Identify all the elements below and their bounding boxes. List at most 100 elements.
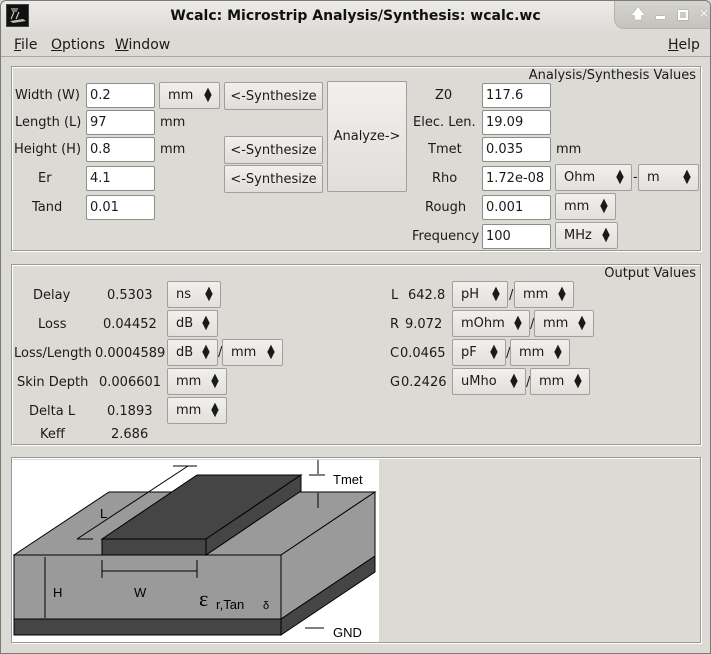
updown-arrows-icon: ▲ ▼ xyxy=(514,314,522,332)
r-unit2-select[interactable]: mm ▲ ▼ xyxy=(534,310,594,337)
frequency-unit-select[interactable]: MHz ▲ ▼ xyxy=(555,222,618,249)
l-unit1-value: pH xyxy=(461,287,480,302)
window-controls: 🡅 ✕ xyxy=(614,1,710,29)
delay-unit-select[interactable]: ns ▲ ▼ xyxy=(167,281,221,308)
c-unit2-value: mm xyxy=(519,345,545,360)
skin-depth-unit-select[interactable]: mm ▲ ▼ xyxy=(167,368,227,395)
rho-separator: - xyxy=(633,170,638,185)
updown-arrows-icon: ▲ ▼ xyxy=(211,372,219,390)
rho-label: Rho xyxy=(432,171,458,186)
loss-unit-value: dB xyxy=(176,316,194,331)
c-unit2-select[interactable]: mm ▲ ▼ xyxy=(510,339,570,366)
menu-file[interactable]: File xyxy=(14,37,37,53)
delta-l-unit-select[interactable]: mm ▲ ▼ xyxy=(167,397,227,424)
rough-input[interactable]: 0.001 xyxy=(482,195,551,220)
width-unit-select[interactable]: mm ▲ ▼ xyxy=(159,82,220,109)
width-unit-value: mm xyxy=(168,88,194,103)
g-value: 0.2426 xyxy=(401,375,447,390)
c-label: C xyxy=(390,346,400,361)
l-unit1-select[interactable]: pH ▲ ▼ xyxy=(452,281,508,308)
updown-arrows-icon: ▲ ▼ xyxy=(558,285,566,303)
rho-unit2-select[interactable]: m ▲ ▼ xyxy=(638,164,699,191)
elec-len-label: Elec. Len. xyxy=(413,115,476,130)
frequency-input[interactable]: 100 xyxy=(482,224,551,249)
updown-arrows-icon: ▲ ▼ xyxy=(554,343,562,361)
delta-l-unit-value: mm xyxy=(176,403,202,418)
g-label: G xyxy=(390,375,401,390)
z0-input[interactable]: 117.6 xyxy=(482,83,551,108)
minimize-icon xyxy=(655,16,665,19)
g-unit1-select[interactable]: uMho ▲ ▼ xyxy=(452,368,526,395)
frame-label: Output Values xyxy=(604,266,696,281)
l-separator: / xyxy=(509,288,514,303)
updown-arrows-icon: ▲ ▼ xyxy=(211,401,219,419)
length-unit: mm xyxy=(160,115,186,130)
updown-arrows-icon: ▲ ▼ xyxy=(202,314,210,332)
close-button[interactable]: ✕ xyxy=(695,6,711,24)
elec-len-input[interactable]: 19.09 xyxy=(482,110,551,135)
epsilon-symbol: ε xyxy=(199,586,208,611)
window-title: Wcalc: Microstrip Analysis/Synthesis: wc… xyxy=(170,8,541,24)
updown-arrows-icon: ▲ ▼ xyxy=(202,343,210,361)
loss-value: 0.04452 xyxy=(103,317,157,332)
c-unit1-select[interactable]: pF ▲ ▼ xyxy=(452,339,506,366)
h-label: H xyxy=(53,585,62,600)
length-input[interactable]: 97 xyxy=(86,110,155,135)
app-window: Wcalc: Microstrip Analysis/Synthesis: wc… xyxy=(0,0,711,654)
rho-unit1-select[interactable]: Ohm ▲ ▼ xyxy=(555,164,632,191)
updown-arrows-icon: ▲ ▼ xyxy=(602,226,610,244)
loss-length-unit2-select[interactable]: mm ▲ ▼ xyxy=(222,339,283,366)
synthesize-height-button[interactable]: <-Synthesize xyxy=(224,136,323,164)
synthesize-width-button[interactable]: <-Synthesize xyxy=(224,82,323,110)
menu-window[interactable]: Window xyxy=(115,37,170,53)
loss-length-unit1-select[interactable]: dB ▲ ▼ xyxy=(167,339,218,366)
delta-l-label: Delta L xyxy=(29,404,76,419)
menubar: File Options Window Help xyxy=(1,31,710,57)
title-bar[interactable]: Wcalc: Microstrip Analysis/Synthesis: wc… xyxy=(1,1,710,31)
skin-depth-label: Skin Depth xyxy=(17,375,89,390)
delay-label: Delay xyxy=(33,288,71,303)
height-input[interactable]: 0.8 xyxy=(86,137,155,162)
height-unit: mm xyxy=(160,142,186,157)
updown-arrows-icon: ▲ ▼ xyxy=(578,314,586,332)
c-value: 0.0465 xyxy=(400,346,446,361)
er-input[interactable]: 4.1 xyxy=(86,166,155,191)
loss-length-label: Loss/Length xyxy=(14,346,92,361)
loss-length-unit1-value: dB xyxy=(176,345,194,360)
keff-value: 2.686 xyxy=(111,427,149,442)
menu-options[interactable]: Options xyxy=(51,37,105,53)
updown-arrows-icon: ▲ ▼ xyxy=(492,285,500,303)
loss-unit-select[interactable]: dB ▲ ▼ xyxy=(167,310,218,337)
tmet-unit: mm xyxy=(556,142,582,157)
tmet-input[interactable]: 0.035 xyxy=(482,137,551,162)
rough-unit-select[interactable]: mm ▲ ▼ xyxy=(555,193,616,220)
l-unit2-select[interactable]: mm ▲ ▼ xyxy=(514,281,574,308)
g-unit2-select[interactable]: mm ▲ ▼ xyxy=(530,368,590,395)
z0-label: Z0 xyxy=(435,88,453,103)
strip-front xyxy=(101,538,207,556)
synthesize-er-button[interactable]: <-Synthesize xyxy=(224,165,323,193)
gnd-label: GND xyxy=(333,625,362,640)
frequency-unit-value: MHz xyxy=(564,228,592,243)
delta-l-value: 0.1893 xyxy=(107,404,153,419)
updown-arrows-icon: ▲ ▼ xyxy=(616,168,624,186)
width-label: Width (W) xyxy=(15,88,80,103)
frame-label: Analysis/Synthesis Values xyxy=(528,68,696,83)
frequency-label: Frequency xyxy=(412,229,480,244)
l-label: L xyxy=(100,506,107,521)
updown-arrows-icon: ▲ ▼ xyxy=(574,372,582,390)
menu-help[interactable]: Help xyxy=(668,37,700,53)
shade-button[interactable]: 🡅 xyxy=(629,6,647,24)
rho-unit2-value: m xyxy=(647,170,660,185)
minimize-button[interactable] xyxy=(651,6,669,24)
rough-unit-value: mm xyxy=(564,199,590,214)
tmet-label: Tmet xyxy=(333,472,363,487)
er-label: Er xyxy=(38,171,52,186)
width-input[interactable]: 0.2 xyxy=(86,83,155,108)
maximize-button[interactable] xyxy=(674,6,692,24)
rho-input[interactable]: 1.72e-08 xyxy=(482,166,551,191)
r-unit1-select[interactable]: mOhm ▲ ▼ xyxy=(452,310,530,337)
analyze-button[interactable]: Analyze-> xyxy=(327,81,407,192)
updown-arrows-icon: ▲ ▼ xyxy=(600,197,608,215)
tand-input[interactable]: 0.01 xyxy=(86,195,155,220)
